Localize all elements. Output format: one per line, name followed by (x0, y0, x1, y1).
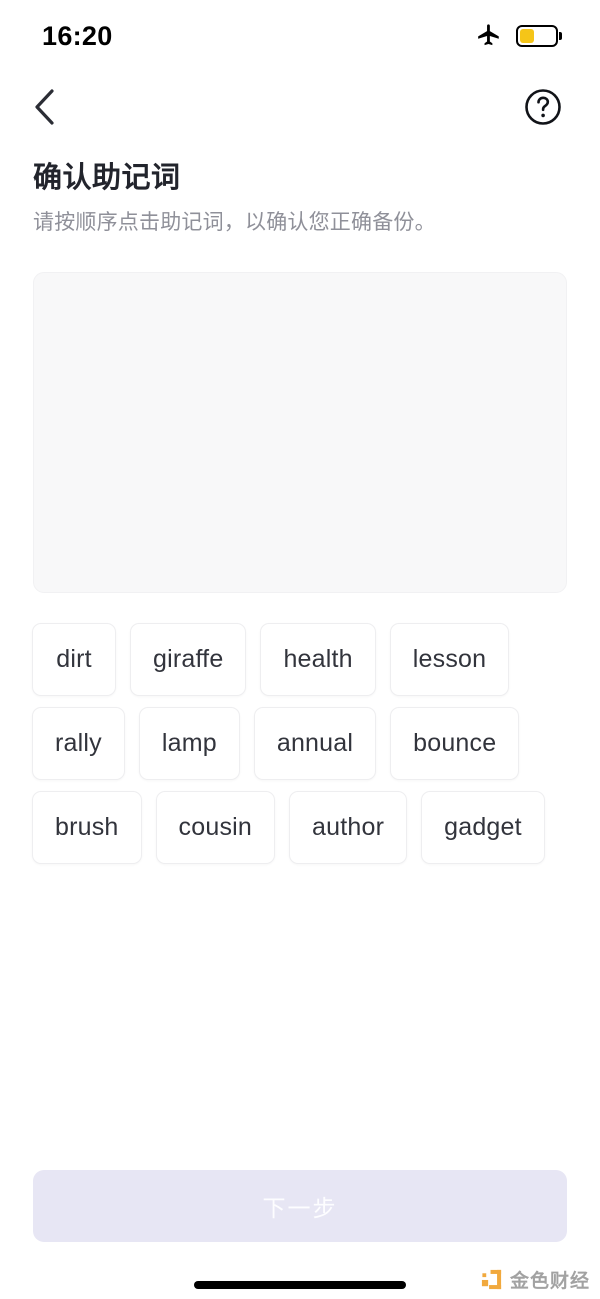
word-chip[interactable]: annual (253, 707, 377, 780)
word-chip[interactable]: author (289, 791, 408, 864)
word-chip[interactable]: lesson (389, 623, 510, 696)
word-chip[interactable]: gadget (421, 791, 545, 864)
help-button[interactable] (522, 86, 564, 128)
home-indicator (194, 1281, 406, 1289)
status-bar-time: 16:20 (42, 20, 113, 51)
battery-low-power-icon (516, 25, 562, 48)
jinse-logo-icon (481, 1269, 502, 1290)
status-bar: 16:20 (0, 0, 600, 72)
word-chip[interactable]: giraffe (130, 623, 247, 696)
status-bar-indicators (476, 23, 562, 49)
page-header: 确认助记词 请按顺序点击助记词，以确认您正确备份。 (33, 160, 573, 237)
word-chip[interactable]: lamp (138, 707, 240, 780)
page-subtitle: 请按顺序点击助记词，以确认您正确备份。 (33, 210, 436, 234)
word-bank: dirt giraffe health lesson rally lamp annual bo… (32, 623, 568, 864)
word-chip[interactable]: health (260, 623, 376, 696)
battery-body (516, 25, 558, 47)
word-chip[interactable]: brush (32, 791, 142, 864)
chevron-left-icon (35, 89, 54, 125)
word-chip[interactable]: cousin (155, 791, 276, 864)
battery-cap (559, 32, 562, 40)
airplane-mode-icon (478, 24, 499, 46)
word-chip[interactable]: bounce (390, 707, 520, 780)
word-chip[interactable]: rally (32, 707, 125, 780)
watermark: 金色财经 (480, 1266, 590, 1293)
navigation-bar (0, 78, 600, 136)
battery-fill (520, 29, 535, 43)
selected-words-panel[interactable] (33, 272, 567, 593)
word-chip[interactable]: dirt (32, 623, 116, 696)
phone-screen: 16:20 确认助记词 请按顺序点击助记词，以确认您正确备份。 dirt gir… (0, 0, 600, 1299)
page-title: 确认助记词 (33, 162, 181, 194)
watermark-text: 金色财经 (509, 1270, 590, 1292)
next-button[interactable]: 下一步 (33, 1170, 567, 1242)
question-mark-circle-icon (525, 89, 561, 125)
back-button[interactable] (22, 84, 68, 130)
